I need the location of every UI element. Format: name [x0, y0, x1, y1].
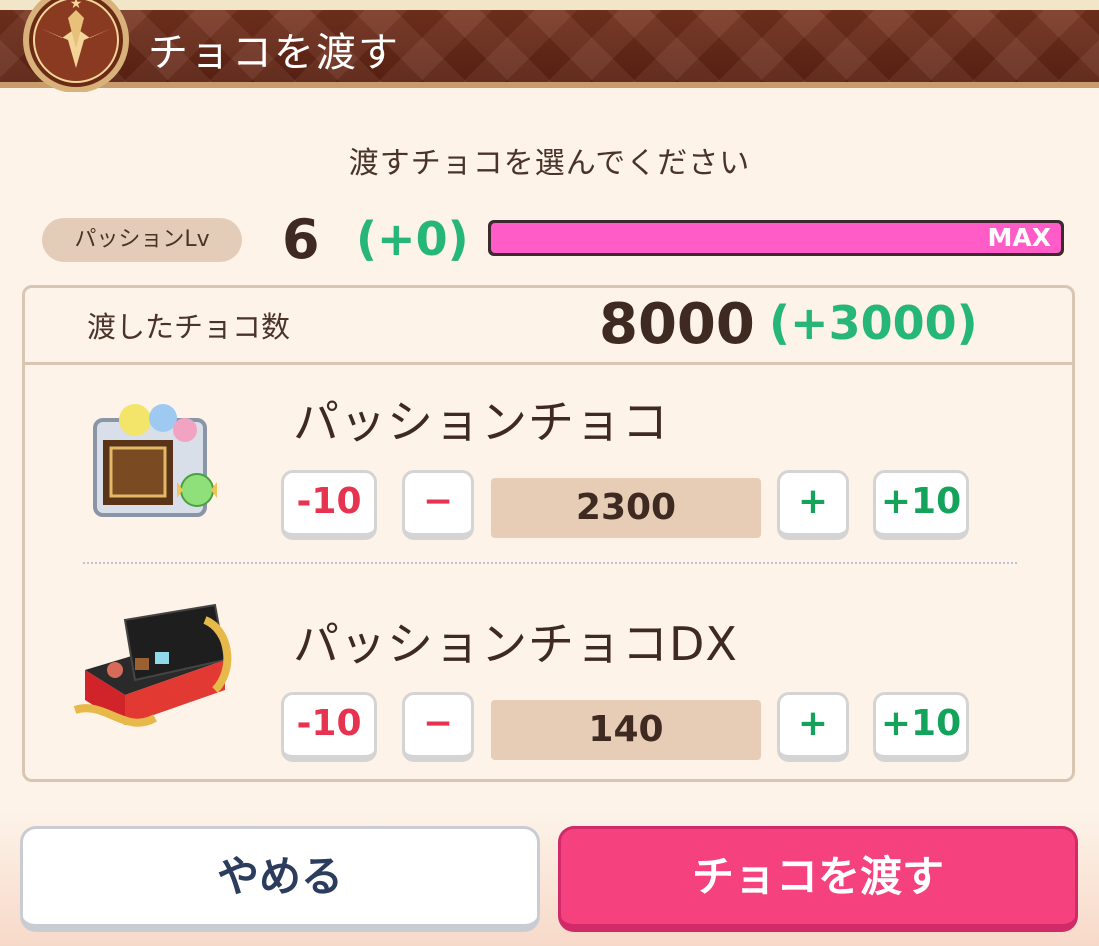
given-count-label: 渡したチョコ数: [87, 310, 291, 344]
instruction-text: 渡すチョコを選んでください: [348, 146, 751, 181]
minus-button[interactable]: −: [402, 692, 474, 762]
chocolate-panel: 渡したチョコ数 8000 (+3000) パッションチョコ -10 − 2300…: [22, 285, 1075, 782]
plus-10-button[interactable]: +10: [873, 470, 969, 540]
header-topline: [0, 0, 1099, 10]
rank-emblem-icon: ★: [23, 0, 129, 92]
give-chocolate-button[interactable]: チョコを渡す: [558, 826, 1078, 932]
passion-level-bar-fill: MAX: [491, 223, 1061, 253]
minus-10-button[interactable]: -10: [281, 692, 377, 762]
item-divider: [83, 562, 1017, 564]
given-count-delta: (+3000): [769, 296, 978, 350]
chocolate-box-icon: [73, 603, 232, 727]
given-count-row: 渡したチョコ数 8000 (+3000): [25, 288, 1072, 365]
plus-button[interactable]: +: [777, 470, 849, 540]
chocolate-item-name: パッションチョコDX: [293, 617, 738, 671]
header-title: チョコを渡す: [148, 30, 400, 76]
passion-level-badge: パッションLv: [42, 218, 242, 262]
cancel-button[interactable]: やめる: [20, 826, 540, 932]
header-bar: ★ チョコを渡す: [0, 0, 1099, 92]
passion-level-bar: MAX: [488, 220, 1064, 256]
chocolate-item: パッションチョコ -10 − 2300 + +10: [25, 362, 1072, 562]
minus-button[interactable]: −: [402, 470, 474, 540]
given-count-value: 8000: [599, 292, 755, 357]
passion-level-bar-label: MAX: [987, 223, 1051, 252]
chocolate-count: 140: [491, 700, 761, 760]
plus-button[interactable]: +: [777, 692, 849, 762]
passion-level-value: 6: [282, 208, 320, 271]
chocolate-jar-icon: [93, 404, 217, 517]
chocolate-item-name: パッションチョコ: [293, 395, 669, 449]
chocolate-item: パッションチョコDX -10 − 140 + +10: [25, 584, 1072, 784]
minus-10-button[interactable]: -10: [281, 470, 377, 540]
plus-10-button[interactable]: +10: [873, 692, 969, 762]
chocolate-count: 2300: [491, 478, 761, 538]
svg-text:★: ★: [70, 0, 83, 12]
passion-level-delta: (+0): [356, 212, 469, 266]
